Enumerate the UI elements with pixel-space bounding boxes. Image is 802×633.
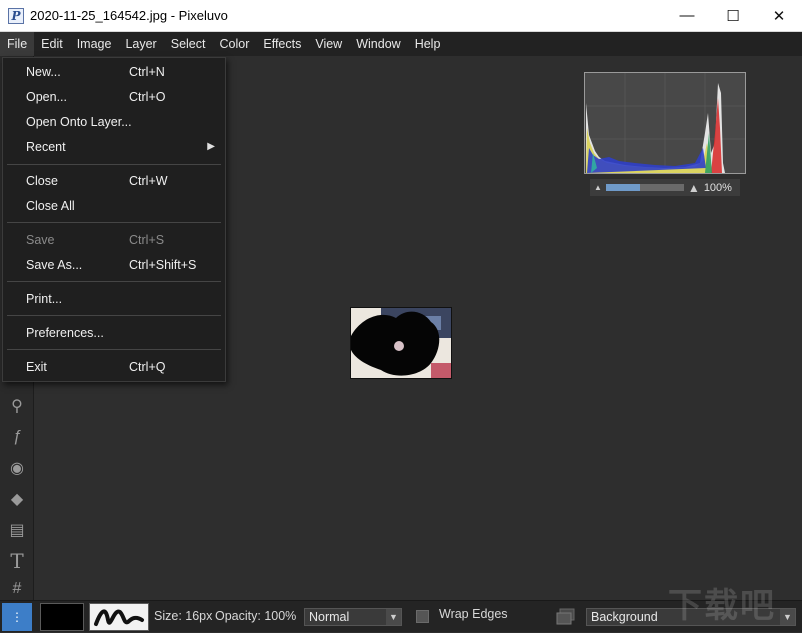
- large-mountain-icon: ▲: [687, 180, 700, 195]
- small-mountain-icon: ▲: [594, 183, 602, 192]
- fx-brush-icon[interactable]: ƒ: [6, 426, 28, 448]
- menu-view[interactable]: View: [308, 32, 349, 56]
- menu-item-close-all[interactable]: Close All: [3, 195, 225, 217]
- menu-item-open[interactable]: Open... Ctrl+O: [3, 86, 225, 108]
- blend-mode-value: Normal: [309, 610, 350, 624]
- histogram-panel: [584, 72, 746, 174]
- menu-separator: [7, 222, 221, 223]
- menu-item-label: Save As...: [26, 258, 83, 272]
- document-image[interactable]: [350, 307, 452, 379]
- menu-item-preferences[interactable]: Preferences...: [3, 322, 225, 344]
- menu-item-shortcut: Ctrl+O: [129, 90, 166, 104]
- menu-item-label: Save: [26, 233, 55, 247]
- menu-file[interactable]: File: [0, 32, 35, 56]
- gradient-icon[interactable]: ▤: [6, 519, 28, 541]
- menu-item-save[interactable]: Save Ctrl+S: [3, 229, 225, 251]
- menu-item-close[interactable]: Close Ctrl+W: [3, 170, 225, 192]
- histogram-zoom-text: 100%: [703, 181, 732, 194]
- chevron-down-icon: ▼: [386, 609, 401, 625]
- histogram-chart: [585, 73, 745, 173]
- menu-item-shortcut: Ctrl+Q: [129, 360, 166, 374]
- window-title: 2020-11-25_164542.jpg - Pixeluvo: [30, 8, 228, 23]
- menu-select[interactable]: Select: [164, 32, 213, 56]
- menu-item-shortcut: Ctrl+W: [129, 174, 168, 188]
- menu-item-label: Preferences...: [26, 326, 104, 340]
- wrap-edges-label: Wrap Edges: [439, 607, 508, 621]
- clone-brush-icon[interactable]: ⚲: [6, 395, 28, 417]
- title-bar: P 2020-11-25_164542.jpg - Pixeluvo — ☐ ✕: [0, 0, 802, 32]
- menu-separator: [7, 315, 221, 316]
- menu-item-label: Exit: [26, 360, 47, 374]
- blend-mode-select[interactable]: Normal ▼: [304, 608, 402, 626]
- submenu-arrow-icon: ▶: [207, 141, 215, 152]
- brush-opacity-label[interactable]: Opacity: 100%: [215, 601, 296, 631]
- menu-image[interactable]: Image: [70, 32, 119, 56]
- crop-tool-icon[interactable]: #: [6, 578, 28, 600]
- foreground-color-swatch[interactable]: [40, 603, 84, 631]
- histogram-zoom-bar: ▲ ▲ 100%: [590, 179, 740, 196]
- menu-item-label: Open...: [26, 90, 67, 104]
- menu-help[interactable]: Help: [408, 32, 448, 56]
- menu-item-label: Print...: [26, 292, 63, 306]
- brush-size-label[interactable]: Size: 16px: [154, 601, 212, 631]
- image-content: [351, 308, 451, 378]
- menu-bar: File Edit Image Layer Select Color Effec…: [0, 32, 802, 56]
- menu-item-label: Close All: [26, 199, 75, 213]
- menu-edit[interactable]: Edit: [34, 32, 70, 56]
- menu-item-recent[interactable]: Recent ▶: [3, 136, 225, 158]
- menu-effects[interactable]: Effects: [256, 32, 308, 56]
- minimize-button[interactable]: —: [664, 0, 710, 31]
- histogram-zoom-slider[interactable]: [605, 184, 684, 191]
- watermark-text: 下载吧: [668, 587, 776, 625]
- chevron-down-icon: ▼: [780, 609, 795, 625]
- menu-item-label: Recent: [26, 140, 66, 154]
- text-tool-icon[interactable]: T: [6, 549, 28, 573]
- menu-item-print[interactable]: Print...: [3, 288, 225, 310]
- menu-separator: [7, 281, 221, 282]
- menu-separator: [7, 164, 221, 165]
- menu-item-shortcut: Ctrl+Shift+S: [129, 258, 197, 272]
- menu-item-shortcut: Ctrl+N: [129, 65, 165, 79]
- menu-color[interactable]: Color: [212, 32, 256, 56]
- red-eye-icon[interactable]: ◉: [6, 457, 28, 479]
- menu-item-label: Open Onto Layer...: [26, 115, 132, 129]
- menu-separator: [7, 349, 221, 350]
- layer-select-value: Background: [591, 610, 658, 624]
- menu-item-open-onto-layer[interactable]: Open Onto Layer...: [3, 111, 225, 133]
- paint-bucket-icon[interactable]: ◆: [6, 488, 28, 510]
- brush-preview[interactable]: [89, 603, 149, 631]
- maximize-button[interactable]: ☐: [710, 0, 756, 31]
- close-button[interactable]: ✕: [756, 0, 802, 31]
- menu-item-new[interactable]: New... Ctrl+N: [3, 61, 225, 83]
- layers-icon: [556, 608, 575, 625]
- menu-item-exit[interactable]: Exit Ctrl+Q: [3, 356, 225, 378]
- menu-item-label: Close: [26, 174, 58, 188]
- pixeluvo-app-icon: P: [8, 7, 24, 24]
- toolbox-toggle-button[interactable]: ⋮: [2, 603, 32, 631]
- menu-item-save-as[interactable]: Save As... Ctrl+Shift+S: [3, 254, 225, 276]
- window-controls: — ☐ ✕: [664, 0, 802, 31]
- wrap-edges-checkbox[interactable]: [416, 610, 429, 623]
- file-menu-dropdown: New... Ctrl+N Open... Ctrl+O Open Onto L…: [2, 57, 226, 382]
- brush-stroke-icon: [94, 609, 144, 626]
- menu-item-label: New...: [26, 65, 61, 79]
- menu-item-shortcut: Ctrl+S: [129, 233, 165, 247]
- menu-layer[interactable]: Layer: [118, 32, 163, 56]
- slider-fill: [605, 184, 641, 191]
- menu-window[interactable]: Window: [349, 32, 407, 56]
